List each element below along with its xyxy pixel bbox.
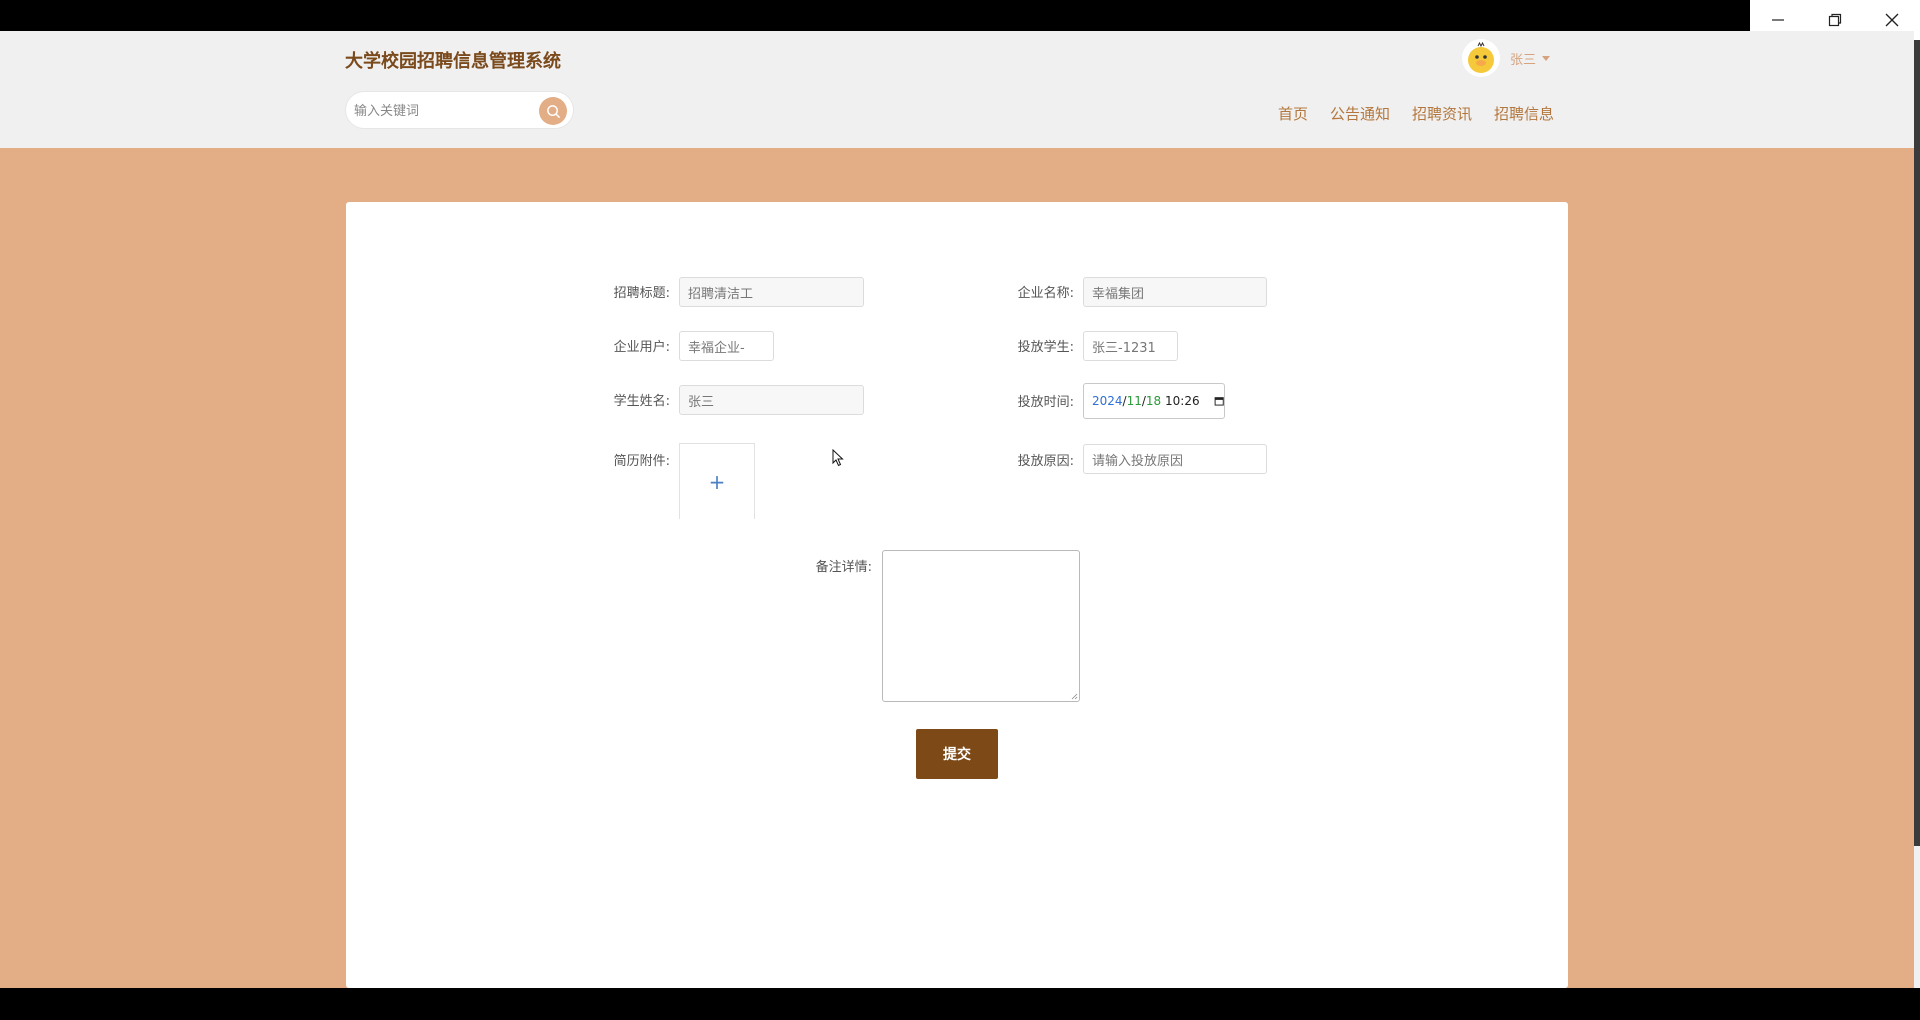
avatar [1462,39,1500,77]
search-button[interactable] [539,97,567,125]
chevron-down-icon[interactable] [1542,55,1551,61]
company-field[interactable]: 幸福集团 [1083,277,1267,307]
student-name-field[interactable]: 张三 [679,385,864,415]
resize-grip-icon[interactable] [1071,693,1078,700]
title-field[interactable]: 招聘清洁工 [679,277,864,307]
site-header: 大学校园招聘信息管理系统 张三 首页 公告通知 招聘资讯 招聘信息 [0,31,1914,148]
minimize-icon [1772,19,1785,21]
time-label: 投放时间: [1017,395,1074,410]
nav-item-notices[interactable]: 公告通知 [1330,103,1390,124]
calendar-icon[interactable] [1214,394,1224,408]
title-label: 招聘标题: [613,286,670,301]
search-icon [546,104,560,118]
time-day: 18 [1145,394,1162,408]
window-bottom-bar [0,988,1920,1020]
search-box [345,91,574,129]
company-user-select[interactable]: 幸福企业- [679,331,774,361]
student-label: 投放学生: [1017,340,1074,355]
main-nav: 首页 公告通知 招聘资讯 招聘信息 [1278,103,1576,124]
nav-item-home[interactable]: 首页 [1278,103,1308,124]
student-select[interactable]: 张三-1231 [1083,331,1178,361]
plus-icon: + [708,469,726,494]
time-month: 11 [1126,394,1142,408]
resume-upload-button[interactable]: + [679,443,755,519]
restore-icon [1828,13,1842,27]
nav-item-jobs[interactable]: 招聘信息 [1494,103,1554,124]
user-name[interactable]: 张三 [1510,49,1536,68]
submit-button[interactable]: 提交 [916,729,998,779]
company-user-label: 企业用户: [613,340,670,355]
header-wave-border [0,134,1914,148]
nav-item-news[interactable]: 招聘资讯 [1412,103,1472,124]
time-picker[interactable]: 2024/11/18 10:26 [1083,383,1225,419]
user-menu[interactable]: 张三 [1462,38,1551,78]
time-year: 2024 [1092,394,1123,408]
scrollbar-thumb[interactable] [1914,40,1920,846]
remark-label: 备注详情: [815,560,872,575]
site-title[interactable]: 大学校园招聘信息管理系统 [345,47,561,73]
close-icon [1885,13,1899,27]
resume-label: 简历附件: [613,454,670,469]
reason-field[interactable]: 请输入投放原因 [1083,444,1267,474]
reason-label: 投放原因: [1017,454,1074,469]
form-card: 招聘标题: 招聘清洁工 企业名称: 幸福集团 企业用户: 幸福企业- 投放学生:… [346,202,1568,988]
mouse-cursor-icon [832,449,844,467]
search-input[interactable] [354,100,534,122]
window-titlebar [0,0,1920,31]
time-clock: 10:26 [1165,394,1200,408]
remark-textarea[interactable] [882,550,1080,702]
company-label: 企业名称: [1017,286,1074,301]
duck-avatar-icon [1468,41,1494,73]
student-name-label: 学生姓名: [613,394,670,409]
